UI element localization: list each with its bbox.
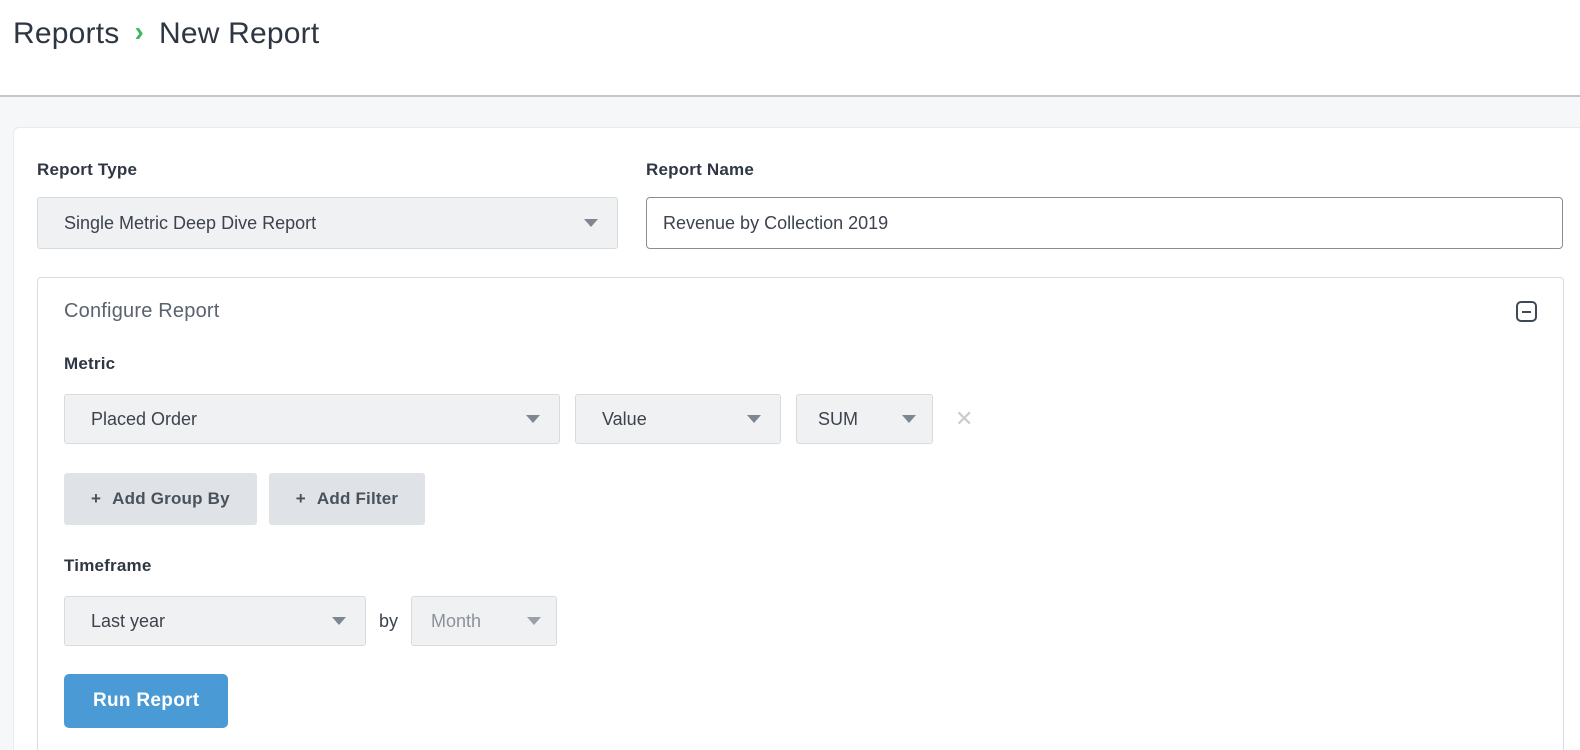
page-background: Report Type Single Metric Deep Dive Repo… [0, 97, 1580, 750]
metric-label: Metric [64, 354, 1537, 374]
run-report-button[interactable]: Run Report [64, 674, 228, 728]
timeframe-interval-select[interactable]: Month [411, 596, 557, 646]
plus-icon: + [91, 489, 101, 509]
report-type-select[interactable]: Single Metric Deep Dive Report [37, 197, 618, 249]
timeframe-by-label: by [379, 611, 398, 632]
add-group-by-button[interactable]: + Add Group By [64, 473, 257, 525]
metric-property-selected-value: Value [602, 409, 647, 430]
chevron-down-icon [332, 617, 346, 625]
timeframe-label: Timeframe [64, 556, 1537, 576]
chevron-down-icon [902, 415, 916, 423]
metric-aggregation-select[interactable]: SUM [796, 394, 933, 444]
page-header: Reports › New Report [0, 0, 1580, 97]
add-filter-button[interactable]: + Add Filter [269, 473, 425, 525]
add-filter-label: Add Filter [317, 489, 398, 509]
breadcrumb: Reports › New Report [13, 17, 1580, 51]
report-name-label: Report Name [646, 160, 1563, 180]
add-group-by-label: Add Group By [112, 489, 230, 509]
report-type-label: Report Type [37, 160, 618, 180]
breadcrumb-current-page: New Report [159, 17, 319, 51]
chevron-down-icon [747, 415, 761, 423]
metric-property-select[interactable]: Value [575, 394, 781, 444]
minus-icon [1522, 311, 1531, 313]
timeframe-range-select[interactable]: Last year [64, 596, 366, 646]
metric-event-select[interactable]: Placed Order [64, 394, 560, 444]
timeframe-range-selected-value: Last year [91, 611, 165, 632]
configure-report-title: Configure Report [64, 300, 220, 323]
chevron-down-icon [584, 219, 598, 227]
metric-event-selected-value: Placed Order [91, 409, 197, 430]
report-type-selected-value: Single Metric Deep Dive Report [64, 213, 316, 234]
report-builder-card: Report Type Single Metric Deep Dive Repo… [13, 127, 1580, 750]
timeframe-row: Last year by Month [64, 596, 1537, 646]
report-name-input[interactable] [646, 197, 1563, 249]
timeframe-interval-selected-value: Month [431, 611, 481, 632]
breadcrumb-link-reports[interactable]: Reports [13, 17, 119, 51]
collapse-panel-button[interactable] [1516, 301, 1537, 322]
plus-icon: + [296, 489, 306, 509]
metric-row: Placed Order Value SUM ✕ [64, 394, 1537, 444]
remove-metric-button[interactable]: ✕ [955, 408, 973, 430]
chevron-down-icon [526, 415, 540, 423]
chevron-down-icon [527, 617, 541, 625]
breadcrumb-separator-icon: › [134, 18, 144, 50]
configure-report-panel: Configure Report Metric Placed Order Val… [37, 277, 1564, 750]
metric-aggregation-selected-value: SUM [818, 409, 858, 430]
